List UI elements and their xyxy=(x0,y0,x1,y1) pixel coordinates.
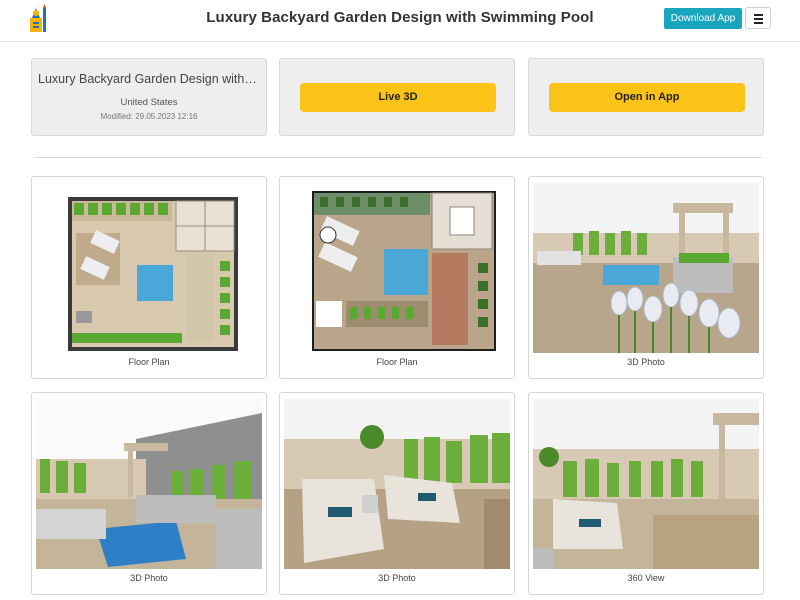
gallery-caption: 3D Photo xyxy=(627,357,665,367)
floor-plan-thumbnail xyxy=(284,183,510,353)
gallery-card-floor-plan-2[interactable]: Floor Plan xyxy=(279,176,515,379)
3d-photo-thumbnail xyxy=(533,183,759,353)
gallery-card-floor-plan-1[interactable]: Floor Plan xyxy=(31,176,267,379)
3d-photo-thumbnail xyxy=(284,399,510,569)
gallery-caption: 3D Photo xyxy=(130,573,168,583)
open-in-app-panel: Open in App xyxy=(528,58,764,136)
floor-plan-thumbnail xyxy=(36,183,262,353)
3d-photo-thumbnail xyxy=(36,399,262,569)
gallery-caption: 3D Photo xyxy=(378,573,416,583)
section-divider xyxy=(34,157,762,158)
gallery-card-3d-photo-3[interactable]: 3D Photo xyxy=(279,392,515,595)
open-in-app-button[interactable]: Open in App xyxy=(549,83,745,112)
project-country: United States xyxy=(120,97,178,108)
gallery-caption: 360 View xyxy=(627,573,665,583)
top-header: Luxury Backyard Garden Design with Swimm… xyxy=(0,0,800,42)
live-3d-panel: Live 3D xyxy=(279,58,515,136)
gallery-card-3d-photo-2[interactable]: 3D Photo xyxy=(31,392,267,595)
project-info-panel: Luxury Backyard Garden Design with S... … xyxy=(31,58,267,136)
download-app-button[interactable]: Download App xyxy=(664,8,742,29)
360-view-thumbnail xyxy=(533,399,759,569)
hamburger-menu-icon xyxy=(753,14,763,16)
hamburger-menu-button[interactable] xyxy=(745,7,771,29)
gallery-card-360-view[interactable]: 360 View xyxy=(528,392,764,595)
live-3d-button[interactable]: Live 3D xyxy=(300,83,496,112)
gallery-card-3d-photo-1[interactable]: 3D Photo xyxy=(528,176,764,379)
gallery-caption: Floor Plan xyxy=(128,357,170,367)
gallery-caption: Floor Plan xyxy=(376,357,418,367)
project-modified-date: Modified: 29.05.2023 12:16 xyxy=(100,112,198,121)
project-title: Luxury Backyard Garden Design with S... xyxy=(38,72,266,86)
